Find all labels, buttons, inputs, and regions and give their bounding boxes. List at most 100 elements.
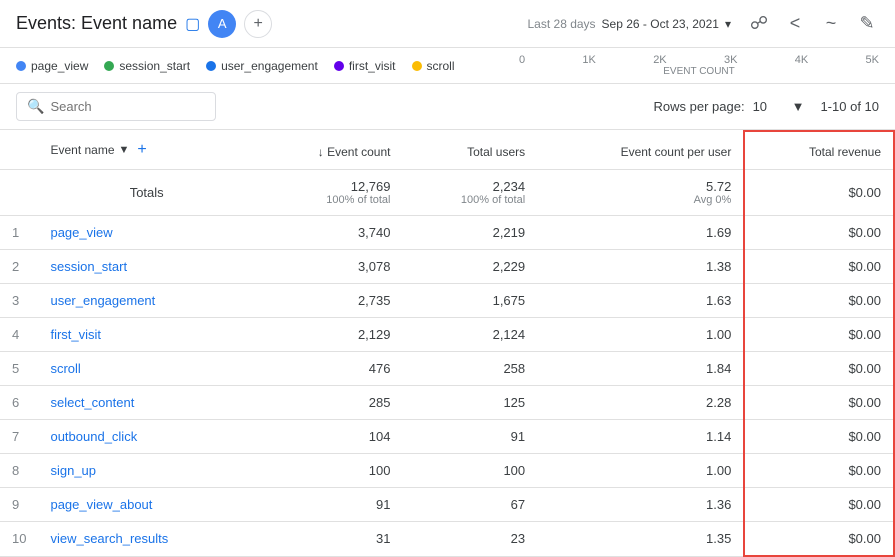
cell-event-count-per-user: 1.84 — [537, 352, 744, 386]
date-range-value: Sep 26 - Oct 23, 2021 — [602, 17, 719, 31]
cell-row-num: 1 — [0, 216, 38, 250]
cell-event-count-per-user: 1.69 — [537, 216, 744, 250]
legend-item-user-engagement: user_engagement — [206, 59, 318, 73]
cell-total-users: 2,229 — [403, 250, 538, 284]
cell-event-name[interactable]: outbound_click — [38, 420, 254, 454]
search-input[interactable] — [50, 99, 205, 114]
legend-bar: page_view session_start user_engagement … — [0, 48, 895, 84]
cell-event-count-per-user: 1.00 — [537, 318, 744, 352]
x-label-2k: 2K — [653, 54, 666, 66]
cell-event-count: 100 — [255, 454, 403, 488]
save-icon[interactable]: ▢ — [185, 14, 200, 34]
cell-total-users: 125 — [403, 386, 538, 420]
table-row: 3 user_engagement 2,735 1,675 1.63 $0.00 — [0, 284, 894, 318]
table-row: 7 outbound_click 104 91 1.14 $0.00 — [0, 420, 894, 454]
toolbar: 🔍 Rows per page: 10 25 50 ▼ 1-10 of 10 — [0, 84, 895, 130]
cell-total-users: 67 — [403, 488, 538, 522]
legend-label-scroll: scroll — [427, 59, 455, 73]
totals-label: Totals — [38, 170, 254, 216]
legend-dot-page-view — [16, 61, 26, 71]
search-box[interactable]: 🔍 — [16, 92, 216, 121]
header-actions: ☍ < ~ ✎ — [747, 12, 879, 36]
cell-event-count: 91 — [255, 488, 403, 522]
rows-per-page-chevron: ▼ — [792, 99, 805, 114]
cell-event-count-per-user: 1.36 — [537, 488, 744, 522]
cell-row-num: 3 — [0, 284, 38, 318]
edit-icon[interactable]: ✎ — [855, 12, 879, 36]
cell-total-revenue: $0.00 — [744, 454, 894, 488]
cell-event-count-per-user: 1.35 — [537, 522, 744, 557]
cell-event-count: 104 — [255, 420, 403, 454]
totals-row: Totals 12,769 100% of total 2,234 100% o… — [0, 170, 894, 216]
legend-label-page-view: page_view — [31, 59, 88, 73]
cell-total-users: 100 — [403, 454, 538, 488]
cell-event-count-per-user: 1.38 — [537, 250, 744, 284]
cell-total-revenue: $0.00 — [744, 386, 894, 420]
cell-row-num: 2 — [0, 250, 38, 284]
data-table: Event name ▼ + ↓ Event count Total users… — [0, 130, 895, 557]
totals-total-users: 2,234 100% of total — [403, 170, 538, 216]
date-range-selector[interactable]: Last 28 days Sep 26 - Oct 23, 2021 ▾ — [528, 17, 732, 31]
x-label-0: 0 — [519, 54, 525, 66]
x-label-5k: 5K — [865, 54, 878, 66]
legend-item-page-view: page_view — [16, 59, 88, 73]
pagination: 1-10 of 10 — [820, 99, 879, 114]
cell-row-num: 6 — [0, 386, 38, 420]
cell-event-name[interactable]: user_engagement — [38, 284, 254, 318]
cell-event-name[interactable]: select_content — [38, 386, 254, 420]
cell-event-name[interactable]: sign_up — [38, 454, 254, 488]
th-event-count-per-user: Event count per user — [537, 131, 744, 170]
cell-row-num: 4 — [0, 318, 38, 352]
x-label-1k: 1K — [582, 54, 595, 66]
table-body: 1 page_view 3,740 2,219 1.69 $0.00 2 ses… — [0, 216, 894, 557]
table-row: 6 select_content 285 125 2.28 $0.00 — [0, 386, 894, 420]
report-icon[interactable]: ☍ — [747, 12, 771, 36]
cell-event-count: 2,735 — [255, 284, 403, 318]
legend-dot-user-engagement — [206, 61, 216, 71]
legend-label-session-start: session_start — [119, 59, 190, 73]
rows-per-page: Rows per page: 10 25 50 ▼ — [654, 99, 805, 114]
th-total-users: Total users — [403, 131, 538, 170]
table-row: 10 view_search_results 31 23 1.35 $0.00 — [0, 522, 894, 557]
date-range-label: Last 28 days — [528, 17, 596, 31]
rows-per-page-select[interactable]: 10 25 50 — [753, 99, 784, 114]
cell-row-num: 7 — [0, 420, 38, 454]
legend-label-user-engagement: user_engagement — [221, 59, 318, 73]
cell-event-count-per-user: 1.14 — [537, 420, 744, 454]
cell-event-name[interactable]: first_visit — [38, 318, 254, 352]
sort-arrow-icon[interactable]: ▼ — [119, 144, 130, 156]
th-event-name-label: Event name — [50, 143, 114, 157]
cell-row-num: 10 — [0, 522, 38, 557]
cell-event-name[interactable]: view_search_results — [38, 522, 254, 557]
cell-event-count: 31 — [255, 522, 403, 557]
cell-event-name[interactable]: page_view_about — [38, 488, 254, 522]
cell-row-num: 9 — [0, 488, 38, 522]
add-button[interactable]: + — [244, 10, 272, 38]
cell-total-users: 2,124 — [403, 318, 538, 352]
table-header-row: Event name ▼ + ↓ Event count Total users… — [0, 131, 894, 170]
legend-label-first-visit: first_visit — [349, 59, 396, 73]
th-event-name: Event name ▼ + — [38, 131, 254, 170]
cell-event-name[interactable]: scroll — [38, 352, 254, 386]
add-column-button[interactable]: + — [137, 141, 146, 159]
th-total-revenue: Total revenue — [744, 131, 894, 170]
cell-total-users: 258 — [403, 352, 538, 386]
cell-event-name[interactable]: session_start — [38, 250, 254, 284]
cell-event-count: 476 — [255, 352, 403, 386]
avatar[interactable]: A — [208, 10, 236, 38]
cell-event-name[interactable]: page_view — [38, 216, 254, 250]
table-row: 4 first_visit 2,129 2,124 1.00 $0.00 — [0, 318, 894, 352]
cell-total-revenue: $0.00 — [744, 250, 894, 284]
share-icon[interactable]: < — [783, 12, 807, 36]
page-title: Events: Event name — [16, 13, 177, 34]
table-row: 8 sign_up 100 100 1.00 $0.00 — [0, 454, 894, 488]
cell-total-revenue: $0.00 — [744, 284, 894, 318]
cell-total-revenue: $0.00 — [744, 420, 894, 454]
trend-icon[interactable]: ~ — [819, 12, 843, 36]
table-row: 5 scroll 476 258 1.84 $0.00 — [0, 352, 894, 386]
totals-total-revenue: $0.00 — [744, 170, 894, 216]
totals-row-num — [0, 170, 38, 216]
cell-event-count: 3,078 — [255, 250, 403, 284]
event-count-axis-label: EVENT COUNT — [519, 66, 879, 77]
cell-event-count-per-user: 1.63 — [537, 284, 744, 318]
